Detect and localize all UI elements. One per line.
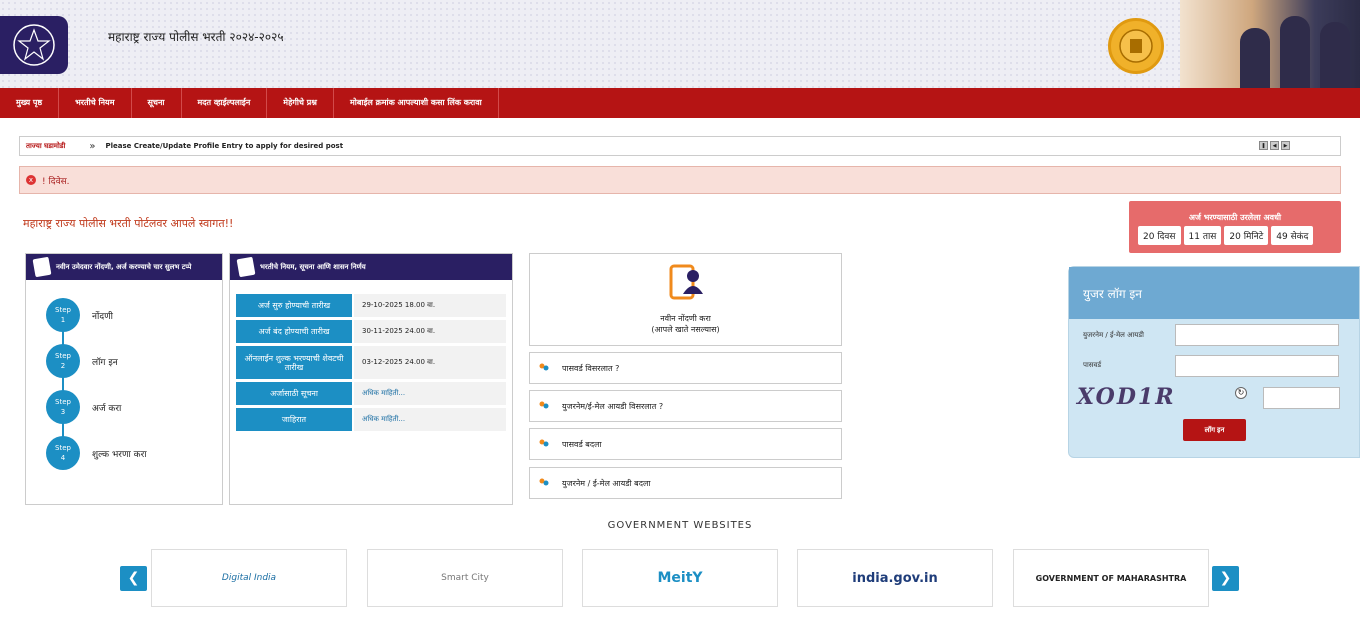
step-item[interactable]: Step 1 नोंदणी <box>46 292 222 338</box>
steps-panel: नवीन उमेदवार नोंदणी, अर्ज करण्याचे चार स… <box>25 253 223 505</box>
info-row: अर्ज सुरु होण्याची तारीख 29-10-2025 18.0… <box>236 294 506 317</box>
site-header: महाराष्ट्र राज्य पोलीस भरती २०२४-२०२५ <box>0 0 1360 88</box>
password-input[interactable] <box>1175 355 1339 377</box>
users-icon <box>539 478 549 486</box>
police-logo[interactable] <box>0 16 68 74</box>
countdown-hours: 11 तास <box>1183 226 1222 245</box>
ticker-arrows: » <box>89 140 96 152</box>
gov-websites-title: GOVERNMENT WEBSITES <box>607 520 753 531</box>
nav-faq[interactable]: मेहेगीचे प्रश्न <box>267 88 334 118</box>
info-panel-title: भरतीचे नियम, सूचना आणि शासन निर्णय <box>260 262 366 271</box>
document-icon <box>32 256 52 278</box>
site-title: महाराष्ट्र राज्य पोलीस भरती २०२४-२०२५ <box>108 30 284 44</box>
change-password-link[interactable]: पासवर्ड बदला <box>529 428 842 460</box>
info-key: जाहिरात <box>236 408 352 431</box>
welcome-text: महाराष्ट्र राज्य पोलीस भरती पोर्टलवर आपल… <box>23 217 234 230</box>
ticker-next-icon[interactable]: ▶ <box>1281 141 1290 150</box>
info-value: 30-11-2025 24.00 वा. <box>354 320 506 343</box>
nav-notices[interactable]: सूचना <box>132 88 182 118</box>
info-row: अर्जासाठी सूचना अधिक माहिती... <box>236 382 506 405</box>
users-icon <box>539 439 549 447</box>
step-label: लॉग इन <box>92 357 118 368</box>
info-row: अर्ज बंद होण्याची तारीख 30-11-2025 24.00… <box>236 320 506 343</box>
nav-recruitment-rules[interactable]: भरतीचे नियम <box>59 88 132 118</box>
countdown-days: 20 दिवस <box>1138 226 1181 245</box>
info-key: अर्जासाठी सूचना <box>236 382 352 405</box>
officers-banner-image <box>1180 0 1360 88</box>
info-key: अर्ज बंद होण्याची तारीख <box>236 320 352 343</box>
error-alert: x ! दिवेस. <box>19 166 1341 194</box>
countdown-title: अर्ज भरण्यासाठी उरलेला अवधी <box>1188 213 1282 222</box>
countdown-minutes: 20 मिनिटे <box>1224 226 1269 245</box>
more-info-link[interactable]: अधिक माहिती... <box>354 408 506 431</box>
forgot-password-link[interactable]: पासवर्ड विसरलात ? <box>529 352 842 384</box>
nav-mobile-link[interactable]: मोबाईल क्रमांक आपल्याशी कसा लिंक करावा <box>334 88 499 118</box>
captcha-input[interactable] <box>1263 387 1340 409</box>
smart-city-logo[interactable]: Smart City <box>367 549 563 607</box>
info-panel: भरतीचे नियम, सूचना आणि शासन निर्णय अर्ज … <box>229 253 513 505</box>
step-item[interactable]: Step 2 लॉग इन <box>46 338 222 384</box>
nav-helpline[interactable]: मदत व्हाईल्पलाईन <box>182 88 268 118</box>
news-ticker: ताज्या घडामोडी » Please Create/Update Pr… <box>19 136 1341 156</box>
carousel-prev-icon[interactable]: ❮ <box>120 566 147 591</box>
change-username-link[interactable]: युजरनेम / ई-मेल आयडी बदला <box>529 467 842 499</box>
gov-maharashtra-logo[interactable]: GOVERNMENT OF MAHARASHTRA <box>1013 549 1209 607</box>
meity-logo[interactable]: MeitY <box>582 549 778 607</box>
new-registration-card[interactable]: नवीन नोंदणी करा (आपले खाते नसल्यास) <box>529 253 842 346</box>
forgot-username-link[interactable]: युजरनेम/ई-मेल आयडी विसरलात ? <box>529 390 842 422</box>
info-key: अर्ज सुरु होण्याची तारीख <box>236 294 352 317</box>
step-item[interactable]: Step 3 अर्ज करा <box>46 384 222 430</box>
ticker-label: ताज्या घडामोडी <box>26 141 66 150</box>
document-icon <box>236 256 256 278</box>
ticker-prev-icon[interactable]: ◀ <box>1270 141 1279 150</box>
step-circle: Step 3 <box>46 390 80 424</box>
ticker-text[interactable]: Please Create/Update Profile Entry to ap… <box>106 142 344 150</box>
users-icon <box>539 401 549 409</box>
new-registration-title: नवीन नोंदणी करा <box>660 314 711 323</box>
digital-india-logo[interactable]: Digital India <box>151 549 347 607</box>
info-key: ऑनलाईन शुल्क भरण्याची शेवटची तारीख <box>236 346 352 379</box>
new-user-icon <box>669 264 703 300</box>
step-circle: Step 1 <box>46 298 80 332</box>
refresh-icon[interactable]: ↻ <box>1235 387 1247 399</box>
main-nav: मुख्य पृष्ठ भरतीचे नियम सूचना मदत व्हाईल… <box>0 88 1360 118</box>
login-panel: युजर लॉग इन युजरनेम / ई-मेल आयडी पासवर्ड… <box>1068 266 1360 458</box>
maharashtra-emblem <box>1108 18 1164 74</box>
countdown-box: अर्ज भरण्यासाठी उरलेला अवधी 20 दिवस 11 त… <box>1129 201 1341 253</box>
carousel-next-icon[interactable]: ❯ <box>1212 566 1239 591</box>
info-row: ऑनलाईन शुल्क भरण्याची शेवटची तारीख 03-12… <box>236 346 506 379</box>
steps-panel-title: नवीन उमेदवार नोंदणी, अर्ज करण्याचे चार स… <box>56 262 192 271</box>
countdown-seconds: 49 सेकंद <box>1271 226 1314 245</box>
india-gov-logo[interactable]: india.gov.in <box>797 549 993 607</box>
nav-home[interactable]: मुख्य पृष्ठ <box>0 88 60 118</box>
steps-panel-header: नवीन उमेदवार नोंदणी, अर्ज करण्याचे चार स… <box>26 254 222 280</box>
info-value: 29-10-2025 18.00 वा. <box>354 294 506 317</box>
info-row: जाहिरात अधिक माहिती... <box>236 408 506 431</box>
alert-text: ! दिवेस. <box>42 176 70 187</box>
ticker-pause-icon[interactable]: ❚ <box>1259 141 1268 150</box>
step-circle: Step 2 <box>46 344 80 378</box>
info-panel-header: भरतीचे नियम, सूचना आणि शासन निर्णय <box>230 254 512 280</box>
more-info-link[interactable]: अधिक माहिती... <box>354 382 506 405</box>
new-registration-subtitle: (आपले खाते नसल्यास) <box>651 325 720 334</box>
login-button[interactable]: लॉग इन <box>1183 419 1246 441</box>
password-label: पासवर्ड <box>1083 361 1102 369</box>
users-icon <box>539 363 549 371</box>
step-label: अर्ज करा <box>92 403 122 414</box>
step-label: नोंदणी <box>92 311 113 322</box>
step-item[interactable]: Step 4 शुल्क भरणा करा <box>46 430 222 476</box>
captcha-image: XOD1R <box>1077 384 1176 410</box>
step-label: शुल्क भरणा करा <box>92 449 147 460</box>
error-icon: x <box>26 175 36 185</box>
step-circle: Step 4 <box>46 436 80 470</box>
username-label: युजरनेम / ई-मेल आयडी <box>1083 331 1144 339</box>
info-value: 03-12-2025 24.00 वा. <box>354 346 506 379</box>
username-input[interactable] <box>1175 324 1339 346</box>
login-title: युजर लॉग इन <box>1069 267 1359 319</box>
